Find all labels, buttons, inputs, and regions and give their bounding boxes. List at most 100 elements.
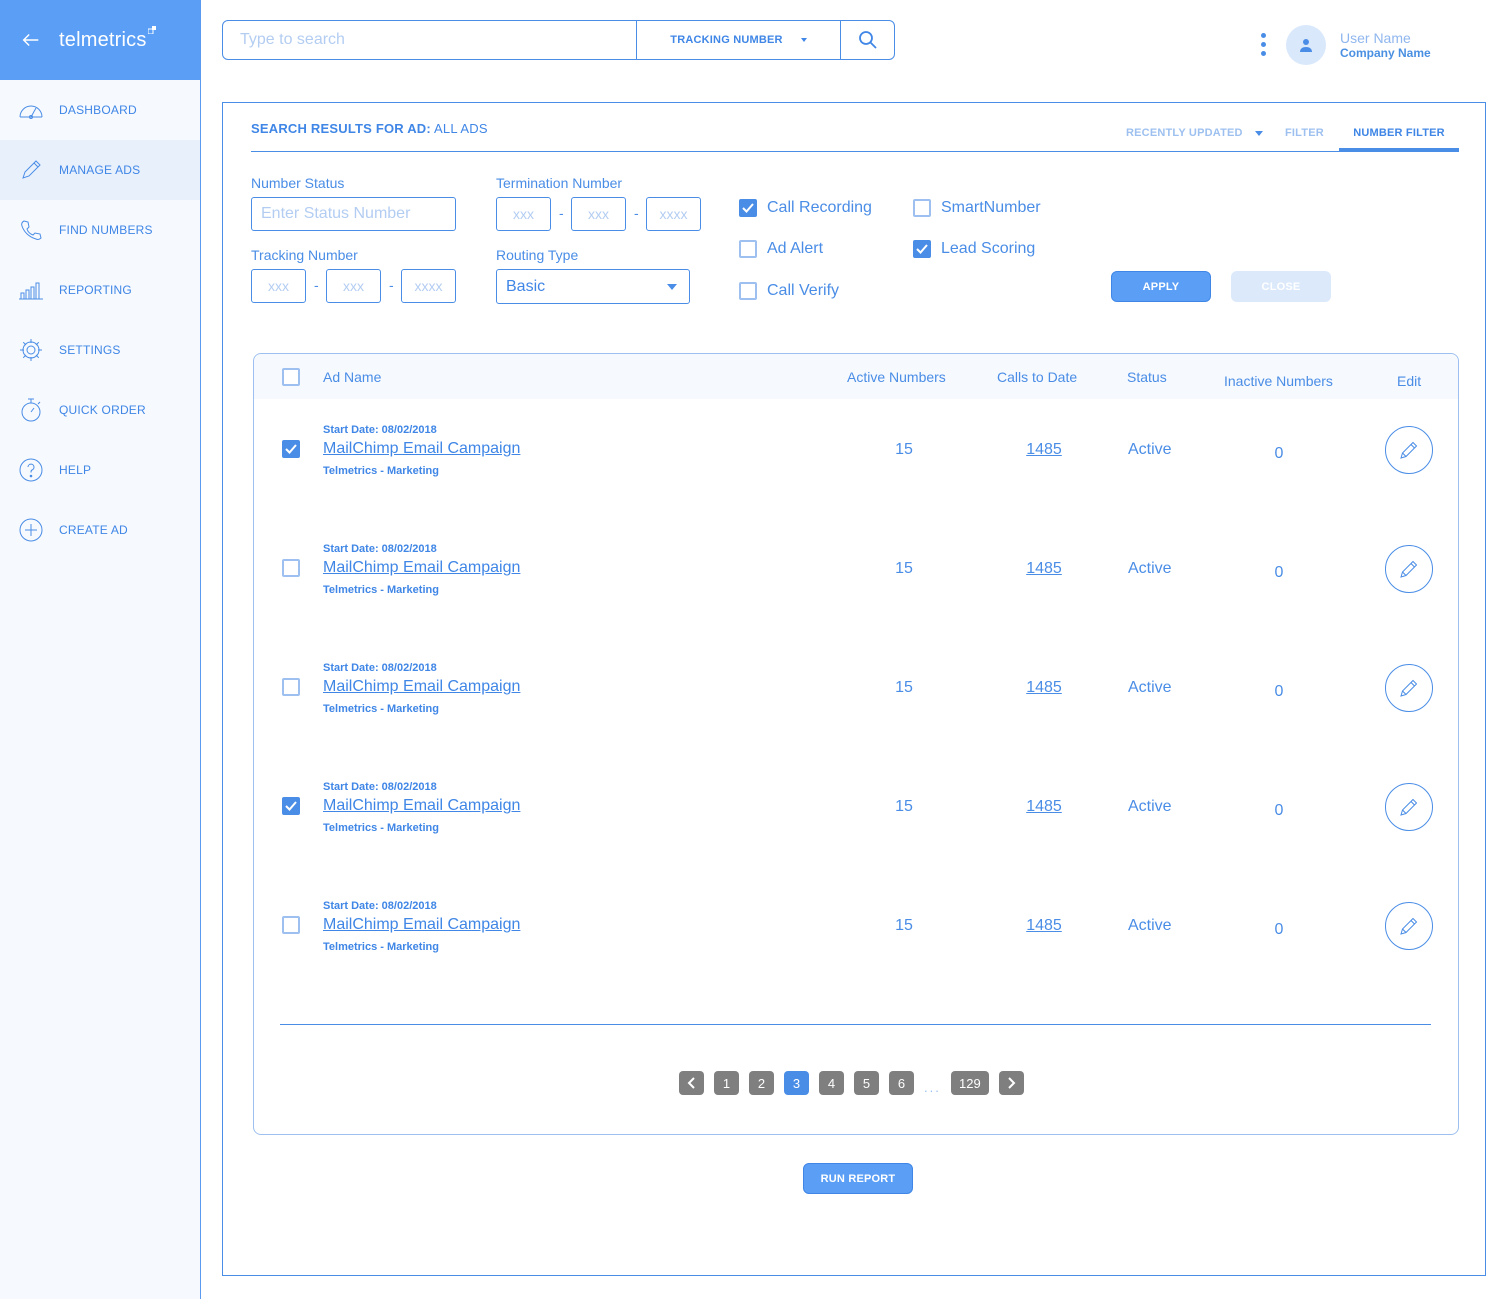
table-header: Ad Name Active Numbers Calls to Date Sta… <box>254 354 1458 399</box>
next-page-button[interactable] <box>998 1071 1024 1095</box>
row-checkbox[interactable] <box>282 559 300 577</box>
sidebar-item-label: FIND NUMBERS <box>59 223 153 237</box>
row-checkbox[interactable] <box>282 440 300 458</box>
row-checkbox[interactable] <box>282 678 300 696</box>
search-type-dropdown[interactable]: TRACKING NUMBER <box>637 21 841 59</box>
row-checkbox[interactable] <box>282 916 300 934</box>
ad-name-link[interactable]: MailChimp Email Campaign <box>323 440 520 458</box>
more-options-icon[interactable] <box>1259 33 1267 59</box>
tracking-area-input[interactable]: xxx <box>251 269 306 303</box>
tracking-prefix-input[interactable]: xxx <box>326 269 381 303</box>
user-name[interactable]: User Name <box>1340 30 1411 46</box>
avatar[interactable] <box>1286 25 1326 65</box>
status-value: Active <box>1128 441 1172 458</box>
number-status-label: Number Status <box>251 175 345 191</box>
sidebar-item-dashboard[interactable]: DASHBOARD <box>0 80 200 140</box>
active-numbers-value: 15 <box>895 441 913 458</box>
tab-label: RECENTLY UPDATED <box>1126 127 1243 139</box>
checkbox-box <box>913 240 931 258</box>
pencil-icon <box>1400 798 1418 816</box>
edit-button[interactable] <box>1385 664 1433 712</box>
tab-filter[interactable]: FILTER <box>1285 127 1324 139</box>
sidebar-item-manage-ads[interactable]: MANAGE ADS <box>0 140 200 200</box>
header-status[interactable]: Status <box>1127 369 1167 385</box>
search-button[interactable] <box>841 21 894 59</box>
calls-to-date-link[interactable]: 1485 <box>1019 798 1069 816</box>
select-all-checkbox[interactable] <box>282 368 300 386</box>
company-name[interactable]: Company Name <box>1340 46 1431 60</box>
header-inactive-numbers[interactable]: Inactive Numbers <box>1224 373 1333 389</box>
calls-to-date-link[interactable]: 1485 <box>1019 679 1069 697</box>
page-button-last[interactable]: 129 <box>950 1071 989 1095</box>
calls-to-date-link[interactable]: 1485 <box>1019 917 1069 935</box>
status-value: Active <box>1128 679 1172 696</box>
calls-to-date-link[interactable]: 1485 <box>1019 441 1069 459</box>
ad-name-link[interactable]: MailChimp Email Campaign <box>323 678 520 696</box>
sidebar-item-label: CREATE AD <box>59 523 128 537</box>
page-button-current[interactable]: 3 <box>784 1071 809 1095</box>
header-edit: Edit <box>1397 373 1422 389</box>
sidebar: telmetrics DASHBOARD MANAGE ADS FIND NUM… <box>0 0 201 1299</box>
checkbox-label: Call Verify <box>767 282 840 299</box>
apply-button[interactable]: APPLY <box>1111 271 1211 302</box>
sidebar-item-help[interactable]: HELP <box>0 440 200 500</box>
header-active-numbers[interactable]: Active Numbers <box>847 369 946 385</box>
checkbox-call-recording[interactable]: Call Recording <box>739 199 872 217</box>
header-calls-to-date[interactable]: Calls to Date <box>997 369 1077 385</box>
edit-button[interactable] <box>1385 902 1433 950</box>
tab-number-filter[interactable]: NUMBER FILTER <box>1339 127 1459 151</box>
inactive-numbers-value: 0 <box>1274 683 1284 700</box>
tab-recently-updated[interactable]: RECENTLY UPDATED <box>1126 127 1263 139</box>
checkbox-box <box>739 199 757 217</box>
checkbox-call-verify[interactable]: Call Verify <box>739 282 839 300</box>
tab-label: FILTER <box>1285 127 1324 139</box>
pagination-ellipsis: ... <box>924 1079 941 1095</box>
checkbox-lead-scoring[interactable]: Lead Scoring <box>913 240 1035 258</box>
termination-area-input[interactable]: xxx <box>496 197 551 231</box>
active-numbers-value: 15 <box>895 560 913 577</box>
sidebar-item-settings[interactable]: SETTINGS <box>0 320 200 380</box>
sidebar-item-create-ad[interactable]: CREATE AD <box>0 500 200 560</box>
pagination: 1 2 3 4 5 6 ... 129 <box>679 1071 1034 1095</box>
ad-organization: Telmetrics - Marketing <box>323 584 439 596</box>
number-status-input[interactable]: Enter Status Number <box>251 197 456 231</box>
ad-name-link[interactable]: MailChimp Email Campaign <box>323 916 520 934</box>
row-checkbox[interactable] <box>282 797 300 815</box>
tracking-line-input[interactable]: xxxx <box>401 269 456 303</box>
edit-button[interactable] <box>1385 426 1433 474</box>
edit-button[interactable] <box>1385 783 1433 831</box>
page-button[interactable]: 1 <box>714 1071 739 1095</box>
sidebar-item-quick-order[interactable]: QUICK ORDER <box>0 380 200 440</box>
page-button[interactable]: 2 <box>749 1071 774 1095</box>
close-button[interactable]: CLOSE <box>1231 271 1331 302</box>
page-button[interactable]: 4 <box>819 1071 844 1095</box>
sidebar-item-label: QUICK ORDER <box>59 403 146 417</box>
termination-prefix-input[interactable]: xxx <box>571 197 626 231</box>
ad-name-link[interactable]: MailChimp Email Campaign <box>323 797 520 815</box>
sidebar-item-label: DASHBOARD <box>59 103 137 117</box>
ad-name-link[interactable]: MailChimp Email Campaign <box>323 559 520 577</box>
routing-type-select[interactable]: Basic <box>496 269 690 304</box>
search-input[interactable] <box>223 21 637 59</box>
page-button[interactable]: 5 <box>854 1071 879 1095</box>
table-row: Start Date: 08/02/2018 MailChimp Email C… <box>254 886 1458 1005</box>
tabs-divider <box>251 151 1459 152</box>
termination-line-input[interactable]: xxxx <box>646 197 701 231</box>
calls-to-date-link[interactable]: 1485 <box>1019 560 1069 578</box>
checkbox-ad-alert[interactable]: Ad Alert <box>739 240 823 258</box>
back-arrow-icon[interactable] <box>20 29 42 51</box>
prev-page-button[interactable] <box>679 1071 704 1095</box>
telmetrics-logo[interactable]: telmetrics <box>59 25 156 52</box>
sidebar-item-label: HELP <box>59 463 92 477</box>
sidebar-item-reporting[interactable]: REPORTING <box>0 260 200 320</box>
page-button[interactable]: 6 <box>889 1071 914 1095</box>
sidebar-item-find-numbers[interactable]: FIND NUMBERS <box>0 200 200 260</box>
dashboard-icon <box>18 97 44 123</box>
checkbox-smartnumber[interactable]: SmartNumber <box>913 199 1041 217</box>
run-report-button[interactable]: RUN REPORT <box>803 1163 913 1194</box>
phone-icon <box>18 217 44 243</box>
checkbox-box <box>739 240 757 258</box>
edit-button[interactable] <box>1385 545 1433 593</box>
header-ad-name[interactable]: Ad Name <box>323 369 381 385</box>
active-numbers-value: 15 <box>895 917 913 934</box>
